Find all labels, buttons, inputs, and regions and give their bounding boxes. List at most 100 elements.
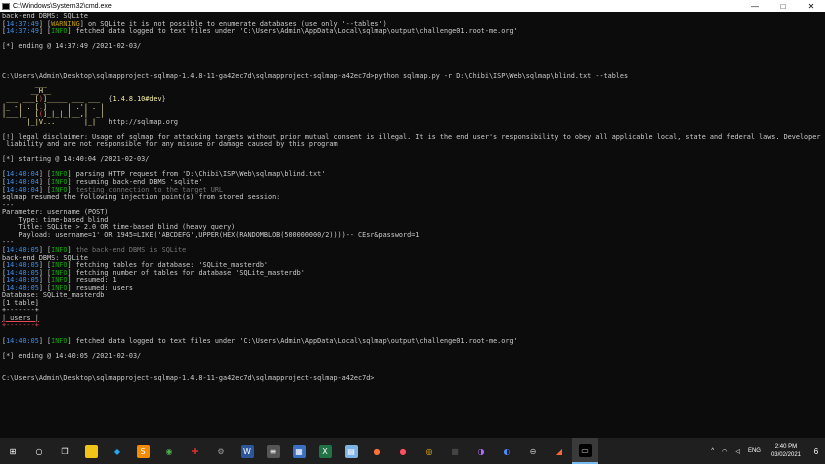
console-line: [14:40:05] [INFO] fetching number of tab… <box>2 269 821 278</box>
cmd-app-icon <box>2 2 10 10</box>
console-line: +-------+ <box>2 322 821 330</box>
console-line: ___ <box>2 80 821 89</box>
app-purple-icon[interactable]: ◑ <box>468 438 494 464</box>
wifi-icon[interactable]: ◠ <box>718 448 731 455</box>
excel-icon[interactable]: X <box>312 438 338 464</box>
console-text: [*] ending @ 14:40:05 /2021-02-03/ <box>2 351 142 360</box>
console-line: sqlmap resumed the following injection p… <box>2 193 821 202</box>
word-icon[interactable]: W <box>234 438 260 464</box>
maximize-button[interactable]: □ <box>769 0 797 12</box>
console-output[interactable]: back-end DBMS: SQLite [14:37:49] [WARNING… <box>2 13 821 439</box>
system-tray: ^ ◠ ◁ ENG 2:40 PM 03/02/2021 6 <box>707 438 825 464</box>
console-text: Payload: username=1' OR 1945=LIKE('ABCDE… <box>2 230 420 239</box>
console-text: 14:37:49 <box>6 27 39 36</box>
console-line: Payload: username=1' OR 1945=LIKE('ABCDE… <box>2 230 821 240</box>
search-icon[interactable]: ○ <box>26 438 52 464</box>
console-text: [*] starting @ 14:40:04 /2021-02-03/ <box>2 155 150 164</box>
console-text: C:\Users\Admin\Desktop\sqlmapproject-sql… <box>2 374 375 383</box>
file-explorer-icon[interactable]: ▬ <box>78 438 104 464</box>
console-line: C:\Users\Admin\Desktop\sqlmapproject-sql… <box>2 73 821 81</box>
volume-icon[interactable]: ◁ <box>731 448 744 455</box>
clock[interactable]: 2:40 PM 03/02/2021 <box>765 443 807 459</box>
firefox-dev-icon-glyph: ● <box>399 446 407 456</box>
app-gray-icon[interactable]: ⚙ <box>208 438 234 464</box>
console-line: |_|V... |_| http://sqlmap.org <box>2 117 821 127</box>
task-view-icon-glyph: ❐ <box>61 446 69 456</box>
close-button[interactable]: ✕ <box>797 0 825 12</box>
sublime-icon[interactable]: S <box>130 438 156 464</box>
app-blue-icon[interactable]: ▦ <box>286 438 312 464</box>
cmd-icon[interactable]: ▭ <box>572 438 598 464</box>
console-text: ] fetched data logged to text files unde… <box>67 27 518 36</box>
console-text: the back-end DBMS is SQLite <box>75 245 187 254</box>
app-blue-icon-glyph: ▦ <box>292 444 306 458</box>
console-text: [*] ending @ 14:37:49 /2021-02-03/ <box>2 42 142 51</box>
sublime-icon-glyph: S <box>136 444 150 458</box>
burp-icon-glyph: ◢ <box>555 446 563 456</box>
start-icon-glyph: ⊞ <box>9 446 17 456</box>
console-line: [*] ending @ 14:37:49 /2021-02-03/ <box>2 42 821 51</box>
console-text: |_|V... |_| <box>2 117 109 126</box>
vscode-icon[interactable]: ◆ <box>104 438 130 464</box>
notification-count: 6 <box>813 446 819 456</box>
app-red-icon[interactable]: ✚ <box>182 438 208 464</box>
app-green-icon[interactable]: ◉ <box>156 438 182 464</box>
console-text: } <box>161 95 166 104</box>
taskbar: ⊞ ○ ❐ ▬ ◆ S ◉ ✚ ⚙ W ≡ ▦ X ▤ ● ● ◎ ■ ◑ ◐ ⊖ ◢ ▭ ^ ◠ ◁ ENG 2:40 P… <box>0 438 825 464</box>
console-line: [*] ending @ 14:40:05 /2021-02-03/ <box>2 351 821 361</box>
start-icon[interactable]: ⊞ <box>0 438 26 464</box>
console-line: [1 table] <box>2 299 821 308</box>
console-line: [14:40:05] [INFO] resumed: users <box>2 284 821 293</box>
console-line: liability and are not responsible for an… <box>2 141 821 149</box>
app-slider-icon-glyph: ⊖ <box>529 446 537 456</box>
notification-center-icon[interactable]: 6 <box>807 438 825 464</box>
minimize-button[interactable]: — <box>741 0 769 12</box>
app-stack-icon[interactable]: ≡ <box>260 438 286 464</box>
console-text: INFO <box>51 336 68 345</box>
app-dark-icon[interactable]: ■ <box>442 438 468 464</box>
console-line: [14:40:05] [INFO] the back-end DBMS is S… <box>2 245 821 255</box>
console-line: | users | <box>2 314 821 323</box>
console-text: 14:40:05 <box>6 336 39 345</box>
search-icon-glyph: ○ <box>35 446 43 456</box>
firefox-icon[interactable]: ● <box>364 438 390 464</box>
language-indicator[interactable]: ENG <box>744 448 765 454</box>
console-line: --- <box>2 201 821 210</box>
file-explorer-icon-glyph: ▬ <box>84 444 98 458</box>
app-green-icon-glyph: ◉ <box>165 446 173 456</box>
app-dark-icon-glyph: ■ <box>451 446 459 456</box>
console-text: C:\Users\Admin\Desktop\sqlmapproject-sql… <box>2 72 629 81</box>
window-titlebar[interactable]: C:\Windows\System32\cmd.exe — □ ✕ <box>0 0 825 12</box>
window-title: C:\Windows\System32\cmd.exe <box>13 2 112 10</box>
task-view-icon[interactable]: ❐ <box>52 438 78 464</box>
app-blue2-icon[interactable]: ◐ <box>494 438 520 464</box>
excel-icon-glyph: X <box>318 444 332 458</box>
console-line: [14:40:05] [INFO] fetched data logged to… <box>2 336 821 346</box>
chrome-icon[interactable]: ◎ <box>416 438 442 464</box>
firefox-dev-icon[interactable]: ● <box>390 438 416 464</box>
console-line: ___ ___[)]_____ ___ ___ {1.4.8.10#dev} <box>2 95 821 104</box>
cmd-icon-glyph: ▭ <box>578 443 592 457</box>
console-text: INFO <box>51 27 68 36</box>
console-line: Database: SQLite_masterdb <box>2 291 821 300</box>
console-text: ] [ <box>38 336 52 345</box>
word-icon-glyph: W <box>240 444 254 458</box>
burp-icon[interactable]: ◢ <box>546 438 572 464</box>
console-text: +-------+ <box>2 321 39 330</box>
app-stack-icon-glyph: ≡ <box>266 444 280 458</box>
firefox-icon-glyph: ● <box>373 446 381 456</box>
app-slider-icon[interactable]: ⊖ <box>520 438 546 464</box>
console-line: |_ -| . [.] | .'| . | <box>2 103 821 112</box>
console-line: [14:37:49] [INFO] fetched data logged to… <box>2 27 821 36</box>
console-scrollbar[interactable] <box>821 13 825 439</box>
console-line: +-------+ <box>2 307 821 315</box>
console-line: [*] starting @ 14:40:04 /2021-02-03/ <box>2 156 821 164</box>
console-text: ] fetched data logged to text files unde… <box>67 336 518 345</box>
vscode-icon-glyph: ◆ <box>113 446 121 456</box>
tray-chevron-icon[interactable]: ^ <box>707 448 718 454</box>
notepad-icon[interactable]: ▤ <box>338 438 364 464</box>
console-text: http://sqlmap.org <box>108 117 178 126</box>
